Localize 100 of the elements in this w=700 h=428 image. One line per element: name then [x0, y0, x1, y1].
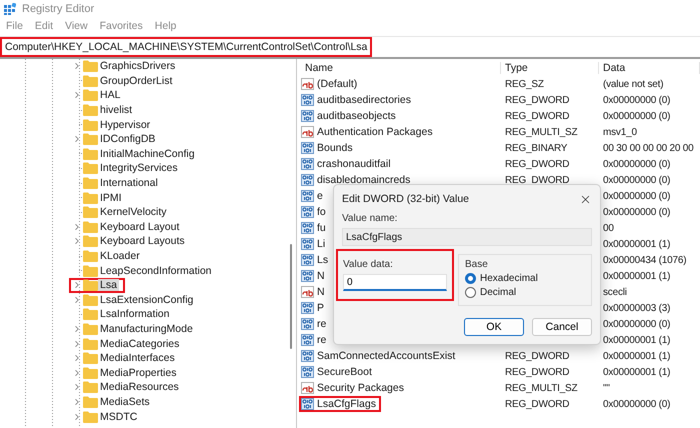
column-header[interactable]: Data [599, 62, 700, 74]
value-name[interactable]: re [299, 332, 332, 348]
value-name[interactable]: crashonauditfail [299, 156, 396, 172]
registry-app-icon [4, 3, 16, 15]
base-label: Base [465, 259, 488, 270]
tree-item[interactable]: GroupOrderList [69, 73, 180, 88]
value-data: 0x00000000 (0) [602, 206, 672, 218]
tree-item[interactable]: InitialMachineConfig [69, 146, 203, 162]
tree-item[interactable]: IntegrityServices [69, 160, 186, 176]
value-data: 0x00000000 (0) [602, 158, 672, 170]
value-name[interactable]: N [299, 284, 330, 300]
folder-icon [83, 235, 98, 248]
folder-icon [83, 89, 98, 102]
value-name[interactable]: Li [299, 236, 330, 252]
binary-value-icon [301, 142, 314, 154]
value-name[interactable]: LsaCfgFlags [299, 396, 381, 412]
value-type: REG_DWORD [504, 110, 570, 122]
folder-icon [83, 279, 98, 292]
value-name[interactable]: (Default) [299, 76, 362, 92]
folder-icon [83, 366, 98, 379]
value-data: 0x00000000 (0) [602, 190, 672, 202]
tree-item[interactable]: Keyboard Layout [69, 219, 188, 234]
tree-item[interactable]: MediaSets [69, 394, 158, 410]
tree-item[interactable]: LsaExtensionConfig [69, 292, 202, 308]
column-header[interactable]: Name [301, 62, 501, 74]
value-data-field[interactable]: 0 [343, 274, 447, 291]
tree-item[interactable]: Lsa [69, 278, 125, 293]
value-data: 0x00000003 (3) [602, 302, 672, 314]
value-type: REG_DWORD [504, 398, 570, 410]
tree-item[interactable]: KernelVelocity [69, 204, 175, 220]
folder-icon [83, 250, 98, 262]
binary-value-icon [301, 158, 314, 170]
value-data: 00 [602, 222, 615, 234]
tree-item[interactable]: International [69, 176, 166, 191]
tree-item[interactable]: HAL [69, 88, 128, 103]
tree-item[interactable]: Keyboard Layouts [69, 234, 193, 249]
value-name[interactable]: Bounds [299, 140, 358, 156]
binary-value-icon [301, 190, 314, 202]
value-name[interactable]: fu [299, 220, 331, 236]
tree-item[interactable]: GraphicsDrivers [69, 59, 184, 74]
tree-item[interactable]: MediaProperties [69, 365, 184, 380]
value-name[interactable]: e [299, 188, 328, 204]
folder-icon [83, 74, 98, 87]
folder-icon [83, 220, 98, 233]
value-name[interactable]: auditbasedirectories [299, 92, 416, 108]
value-type: REG_MULTI_SZ [504, 126, 578, 138]
value-name[interactable]: Security Packages [299, 380, 409, 396]
value-name[interactable]: auditbaseobjects [299, 108, 401, 124]
value-name[interactable]: SecureBoot [299, 364, 377, 380]
folder-icon [83, 308, 98, 320]
binary-value-icon [301, 350, 314, 362]
tree-item[interactable]: LeapSecondInformation [69, 263, 220, 278]
folder-icon [83, 60, 98, 72]
tree-item[interactable]: KLoader [69, 248, 148, 264]
folder-icon [83, 352, 98, 364]
tree-item[interactable]: IDConfigDB [69, 132, 164, 147]
tree-item[interactable]: LsaInformation [69, 306, 178, 322]
value-data: 00 30 00 00 00 20 00 [602, 142, 695, 154]
value-name[interactable]: disabledomaincreds [299, 172, 416, 188]
dialog-button[interactable]: OK [464, 318, 524, 336]
value-name[interactable]: N [299, 268, 330, 284]
value-data: msv1_0 [602, 126, 638, 138]
value-name[interactable]: P [299, 300, 330, 316]
binary-value-icon [301, 238, 314, 250]
value-data: 0x00000001 (1) [602, 350, 672, 362]
tree-item[interactable]: ManufacturingMode [69, 321, 201, 336]
value-data: 0x00000001 (1) [602, 238, 672, 250]
radio-icon[interactable] [465, 273, 476, 284]
tree-item[interactable]: hivelist [69, 102, 140, 118]
value-type: REG_MULTI_SZ [504, 382, 578, 394]
address-bar[interactable]: Computer\HKEY_LOCAL_MACHINE\SYSTEM\CurrentControlSet\Control\Lsa [0, 36, 700, 59]
folder-icon [83, 410, 98, 423]
folder-icon [83, 148, 98, 160]
value-data: 0x00000000 (0) [602, 110, 672, 122]
value-name[interactable]: fo [299, 204, 331, 220]
dialog-title: Edit DWORD (32-bit) Value [342, 193, 470, 205]
dialog-button[interactable]: Cancel [532, 318, 592, 336]
tree-item[interactable]: MediaResources [69, 380, 187, 395]
binary-value-icon [301, 270, 314, 282]
radio-option[interactable]: Hexadecimal [465, 273, 585, 284]
tree-item[interactable]: MediaCategories [69, 336, 188, 352]
folder-icon [83, 133, 98, 146]
value-name[interactable]: SamConnectedAccountsExist [299, 348, 460, 364]
string-value-icon [301, 78, 314, 90]
value-data: 0x00000001 (1) [602, 270, 672, 282]
tree-item[interactable]: MSDTC [69, 409, 146, 424]
value-name[interactable]: re [299, 316, 332, 332]
tree-item[interactable]: MediaInterfaces [69, 350, 183, 366]
tree-item[interactable]: IPMI [69, 190, 130, 206]
radio-icon[interactable] [465, 287, 476, 298]
folder-icon [83, 264, 98, 277]
tree-item[interactable]: Hypervisor [69, 117, 158, 132]
value-name[interactable]: Authentication Packages [299, 124, 438, 140]
column-header[interactable]: Type [501, 62, 599, 74]
window-title: Registry Editor [22, 3, 94, 15]
radio-label: Decimal [480, 287, 516, 298]
folder-icon [83, 338, 98, 350]
radio-option[interactable]: Decimal [465, 287, 585, 298]
binary-value-icon [301, 110, 314, 122]
value-name[interactable]: Ls [299, 252, 334, 268]
